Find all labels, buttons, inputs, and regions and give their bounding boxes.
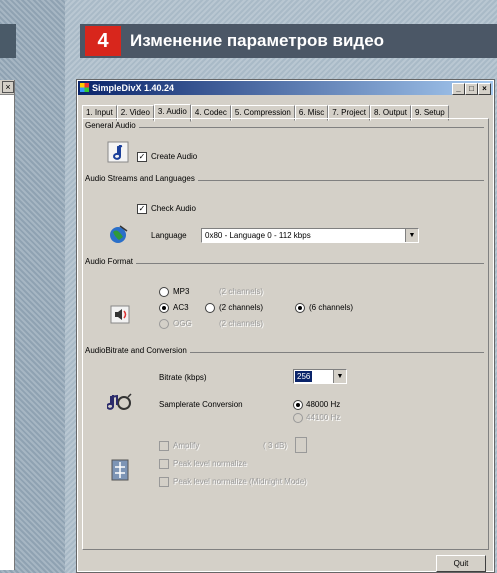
background-header-strip (0, 24, 16, 58)
chevron-down-icon: ▼ (405, 229, 418, 242)
group-label: Audio Streams and Languages (85, 174, 198, 183)
chevron-down-icon: ▼ (333, 370, 346, 383)
check-audio-checkbox[interactable]: ✓ (137, 204, 147, 214)
ogg-label: OGG (173, 319, 192, 328)
normalize-icon (111, 459, 129, 481)
bitrate-label: Bitrate (kbps) (159, 373, 207, 382)
step-number: 4 (85, 26, 121, 56)
maximize-button[interactable]: □ (465, 83, 478, 95)
rate-44100-label: 44100 Hz (306, 413, 341, 422)
ac3-radio[interactable] (159, 303, 169, 313)
rate-48000-label: 48000 Hz (306, 400, 341, 409)
close-icon: × (2, 81, 14, 93)
tab-bar: 1. Input 2. Video 3. Audio 4. Codec 5. Compr… (82, 103, 449, 122)
peak-midnight-label: Peak level normalize (Midnight Mode) (173, 477, 307, 486)
mp3-radio[interactable] (159, 287, 169, 297)
ogg-channels-label: (2 channels) (219, 319, 264, 328)
group-label: AudioBitrate and Conversion (85, 346, 190, 355)
minimize-button[interactable]: _ (452, 83, 465, 95)
language-label: Language (151, 231, 187, 240)
ac3-label: AC3 (173, 303, 189, 312)
check-audio-label: Check Audio (151, 204, 196, 213)
peak-normalize-checkbox[interactable] (159, 459, 169, 469)
group-label: Audio Format (85, 257, 137, 266)
group-audio-format: Audio Format (85, 257, 484, 266)
group-bitrate: AudioBitrate and Conversion (85, 346, 484, 355)
amplify-label: Amplify (173, 441, 200, 450)
background-window: × (0, 80, 15, 570)
language-dropdown[interactable]: 0x80 - Language 0 - 112 kbps ▼ (201, 228, 419, 243)
mp3-label: MP3 (173, 287, 190, 296)
create-audio-checkbox[interactable]: ✓ (137, 152, 147, 162)
create-audio-label: Create Audio (151, 152, 198, 161)
background-window-titlebar: × (0, 80, 14, 95)
samplerate-label: Samplerate Conversion (159, 400, 243, 409)
background-left: × (0, 0, 65, 573)
rate-48000-radio[interactable] (293, 400, 303, 410)
ac3-6ch-radio[interactable] (295, 303, 305, 313)
ac3-2ch-radio[interactable] (205, 303, 215, 313)
app-icon (80, 83, 89, 92)
rate-44100-radio[interactable] (293, 413, 303, 423)
bitrate-dropdown[interactable]: 256 ▼ (293, 369, 347, 384)
amplify-db-label: ( 3 dB) (263, 441, 288, 450)
group-general-audio: General Audio (85, 121, 484, 130)
mp3-channels-label: (2 channels) (219, 287, 264, 296)
speaker-icon (110, 305, 130, 324)
amplify-spinner[interactable] (295, 437, 307, 453)
step-title: Изменение параметров видео (130, 31, 385, 50)
window-title: SimpleDivX 1.40.24 (92, 83, 175, 93)
group-label: General Audio (85, 121, 139, 130)
audio-panel: General Audio ✓ Create Audio Audio Strea… (82, 118, 489, 550)
ac3-2ch-label: (2 channels) (219, 303, 264, 312)
amplify-checkbox[interactable] (159, 441, 169, 451)
bitrate-value: 256 (295, 371, 313, 382)
close-button[interactable]: × (478, 83, 491, 95)
group-streams: Audio Streams and Languages (85, 174, 484, 183)
quit-button[interactable]: Quit (436, 555, 486, 572)
peak-normalize-label: Peak level normalize (173, 459, 247, 468)
app-window: SimpleDivX 1.40.24 _ □ × 1. Input 2. Vide… (76, 79, 495, 573)
sound-conversion-icon (107, 393, 132, 410)
window-titlebar: SimpleDivX 1.40.24 _ □ × (78, 81, 493, 95)
globe-icon (110, 225, 128, 243)
ac3-6ch-label: (6 channels) (309, 303, 354, 312)
peak-midnight-checkbox[interactable] (159, 477, 169, 487)
language-value: 0x80 - Language 0 - 112 kbps (205, 231, 311, 240)
music-note-icon (107, 141, 129, 163)
ogg-radio[interactable] (159, 319, 169, 329)
